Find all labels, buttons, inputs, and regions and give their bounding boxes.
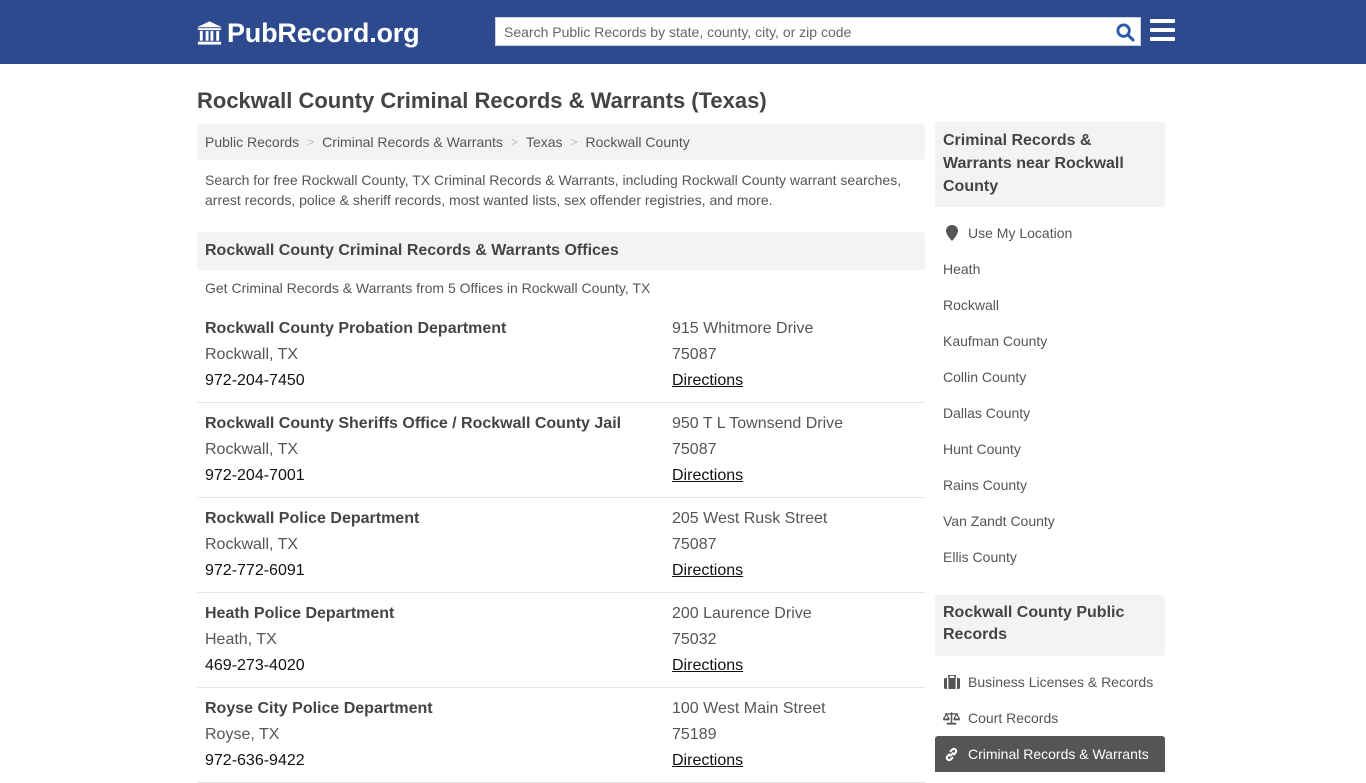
- search-button[interactable]: [1114, 21, 1136, 43]
- offices-section-subtitle: Get Criminal Records & Warrants from 5 O…: [205, 280, 651, 296]
- office-item: Royse City Police Department Royse, TX 9…: [197, 688, 925, 783]
- office-phone[interactable]: 972-772-6091: [205, 558, 419, 584]
- office-phone[interactable]: 469-273-4020: [205, 653, 394, 679]
- site-logo[interactable]: PubRecord.org: [196, 16, 420, 50]
- breadcrumb-criminal-records[interactable]: Criminal Records & Warrants: [322, 134, 503, 150]
- sidebar-county-records-list: Business Licenses & Records Court Record…: [935, 664, 1165, 772]
- sidebar-item-hunt-county[interactable]: Hunt County: [935, 431, 1165, 467]
- page-title: Rockwall County Criminal Records & Warra…: [197, 88, 767, 113]
- sidebar-item-court-records[interactable]: Court Records: [935, 700, 1165, 736]
- office-name: Royse City Police Department: [205, 700, 433, 717]
- breadcrumb-public-records[interactable]: Public Records: [205, 134, 299, 150]
- intro-text: Search for free Rockwall County, TX Crim…: [205, 172, 902, 208]
- office-address: 205 West Rusk Street: [672, 510, 828, 527]
- offices-section-title: Rockwall County Criminal Records & Warra…: [197, 232, 925, 270]
- sidebar-item-kaufman-county[interactable]: Kaufman County: [935, 323, 1165, 359]
- top-navigation-bar: PubRecord.org: [0, 0, 1366, 64]
- office-phone[interactable]: 972-204-7450: [205, 368, 506, 394]
- office-name: Rockwall County Probation Department: [205, 320, 507, 337]
- office-name: Heath Police Department: [205, 605, 395, 622]
- office-zip: 75032: [672, 631, 717, 648]
- directions-link[interactable]: Directions: [672, 372, 743, 389]
- office-zip: 75087: [672, 536, 717, 553]
- sidebar-item-dallas-county[interactable]: Dallas County: [935, 395, 1165, 431]
- office-address: 915 Whitmore Drive: [672, 320, 814, 337]
- sidebar-item-collin-county[interactable]: Collin County: [935, 359, 1165, 395]
- sidebar-nearby-list: Use My Location Heath Rockwall Kaufman C…: [935, 215, 1165, 575]
- office-zip: 75087: [672, 346, 717, 363]
- use-my-location-label: Use My Location: [968, 225, 1073, 241]
- office-name: Rockwall County Sheriffs Office / Rockwa…: [205, 415, 622, 432]
- office-city: Rockwall, TX: [205, 346, 299, 363]
- sidebar-item-van-zandt-county[interactable]: Van Zandt County: [935, 503, 1165, 539]
- office-item: Rockwall Police Department Rockwall, TX …: [197, 498, 925, 593]
- breadcrumb: Public Records > Criminal Records & Warr…: [197, 124, 925, 160]
- office-name: Rockwall Police Department: [205, 510, 420, 527]
- office-item: Heath Police Department Heath, TX 469-27…: [197, 593, 925, 688]
- office-city: Rockwall, TX: [205, 441, 299, 458]
- sidebar-item-heath[interactable]: Heath: [935, 251, 1165, 287]
- sidebar-item-label: Business Licenses & Records: [968, 674, 1154, 690]
- sidebar-item-rains-county[interactable]: Rains County: [935, 467, 1165, 503]
- sidebar-county-records-title: Rockwall County Public Records: [935, 595, 1165, 656]
- office-item: Rockwall County Probation Department Roc…: [197, 308, 925, 403]
- map-marker-icon: [943, 225, 960, 241]
- hamburger-menu-icon[interactable]: [1150, 19, 1175, 41]
- sidebar-item-criminal-records[interactable]: Criminal Records & Warrants: [935, 736, 1165, 772]
- office-city: Rockwall, TX: [205, 536, 299, 553]
- breadcrumb-separator: >: [570, 135, 578, 149]
- courthouse-icon: [196, 21, 223, 45]
- directions-link[interactable]: Directions: [672, 562, 743, 579]
- breadcrumb-separator: >: [307, 135, 315, 149]
- breadcrumb-rockwall-county[interactable]: Rockwall County: [586, 134, 690, 150]
- logo-text: PubRecord.org: [227, 17, 420, 48]
- office-zip: 75087: [672, 441, 717, 458]
- office-address: 950 T L Townsend Drive: [672, 415, 844, 432]
- office-zip: 75189: [672, 726, 717, 743]
- sidebar-nearby-title: Criminal Records & Warrants near Rockwal…: [935, 122, 1165, 207]
- search-icon: [1115, 22, 1135, 42]
- search-input[interactable]: [496, 18, 1108, 45]
- search-bar: [495, 17, 1141, 46]
- use-my-location-link[interactable]: Use My Location: [935, 215, 1165, 251]
- office-address: 100 West Main Street: [672, 700, 826, 717]
- sidebar-item-label: Court Records: [968, 710, 1059, 726]
- briefcase-icon: [943, 674, 960, 690]
- breadcrumb-separator: >: [510, 135, 518, 149]
- office-phone[interactable]: 972-204-7001: [205, 463, 621, 489]
- office-phone[interactable]: 972-636-9422: [205, 748, 433, 774]
- sidebar-item-business-licenses[interactable]: Business Licenses & Records: [935, 664, 1165, 700]
- directions-link[interactable]: Directions: [672, 752, 743, 769]
- sidebar-item-label: Criminal Records & Warrants: [968, 746, 1149, 762]
- breadcrumb-texas[interactable]: Texas: [526, 134, 563, 150]
- directions-link[interactable]: Directions: [672, 467, 743, 484]
- office-item: Rockwall County Sheriffs Office / Rockwa…: [197, 403, 925, 498]
- directions-link[interactable]: Directions: [672, 657, 743, 674]
- office-address: 200 Laurence Drive: [672, 605, 812, 622]
- office-city: Royse, TX: [205, 726, 280, 743]
- sidebar-item-ellis-county[interactable]: Ellis County: [935, 539, 1165, 575]
- link-icon: [943, 746, 960, 762]
- office-city: Heath, TX: [205, 631, 277, 648]
- office-list: Rockwall County Probation Department Roc…: [197, 308, 925, 783]
- balance-scale-icon: [943, 710, 960, 726]
- sidebar-item-rockwall[interactable]: Rockwall: [935, 287, 1165, 323]
